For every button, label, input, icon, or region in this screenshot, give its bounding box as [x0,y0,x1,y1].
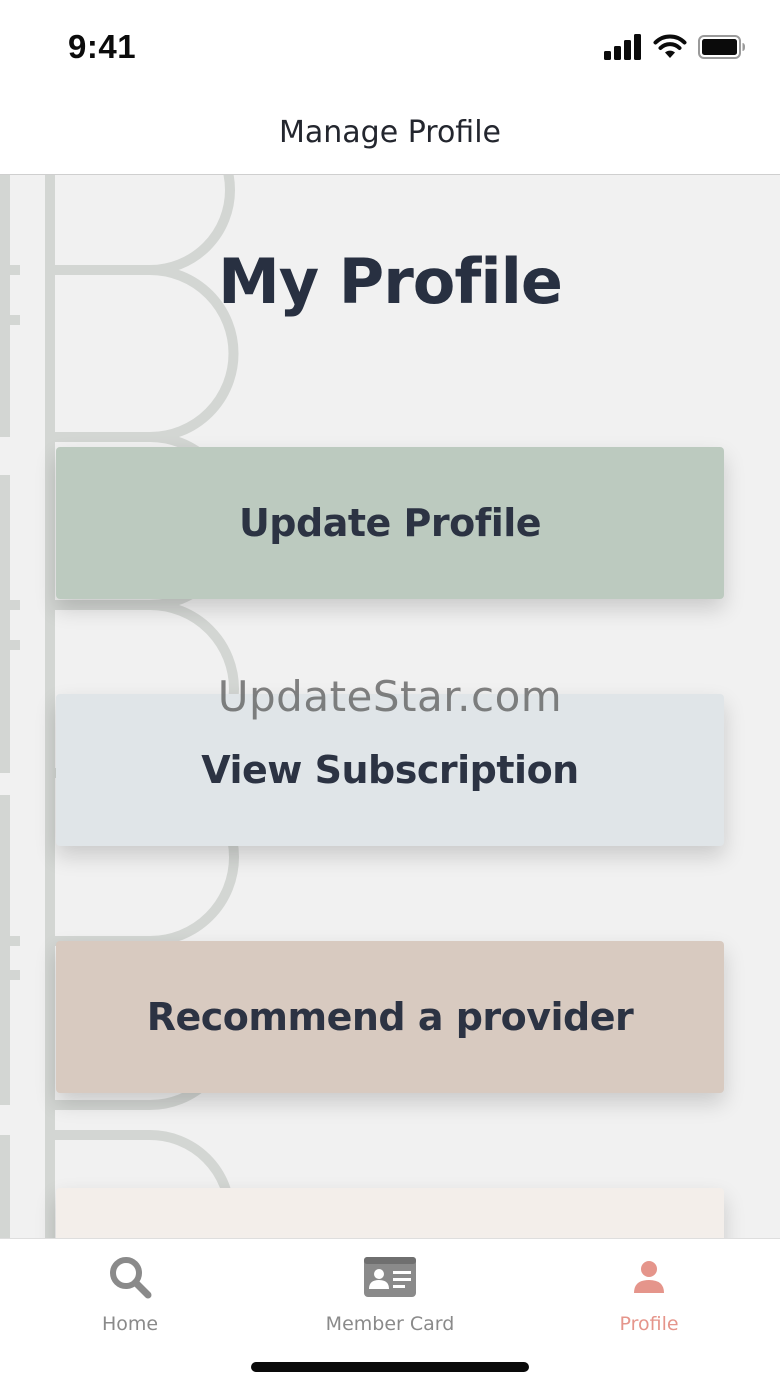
tab-member-card-label: Member Card [325,1313,455,1335]
update-profile-label: Update Profile [238,501,542,545]
tab-home-label: Home [101,1313,159,1335]
status-time: 9:41 [68,28,137,65]
tab-profile[interactable]: Profile [539,1251,759,1351]
update-profile-button[interactable]: Update Profile [56,447,724,599]
search-icon [107,1251,153,1303]
view-subscription-button[interactable]: View Subscription [56,694,724,846]
tab-profile-label: Profile [619,1313,679,1335]
battery-icon [698,35,746,63]
main-content[interactable]: My Profile Update Profile View Subscript… [0,175,780,1238]
status-bar: 9:41 [0,0,780,96]
signal-icon [604,34,642,64]
status-icons [604,34,746,64]
recommend-provider-label: Recommend a provider [146,995,634,1039]
tab-home[interactable]: Home [20,1251,240,1351]
home-indicator [251,1362,529,1372]
id-card-icon [363,1251,417,1303]
page-title: Manage Profile [279,114,501,150]
wifi-icon [652,34,688,64]
tab-bar: Home Member Card Profile [0,1238,780,1388]
view-subscription-label: View Subscription [201,748,579,792]
nav-header: Manage Profile [0,96,780,175]
page-heading: My Profile [218,245,563,318]
tab-member-card[interactable]: Member Card [280,1251,500,1351]
person-icon [631,1251,667,1303]
recommend-provider-button[interactable]: Recommend a provider [56,941,724,1093]
partial-action-button[interactable] [56,1188,724,1238]
